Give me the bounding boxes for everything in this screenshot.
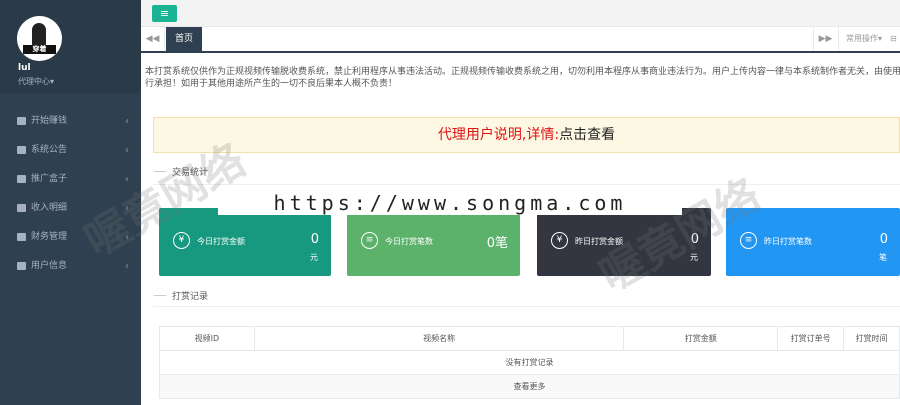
yen-icon: ¥ xyxy=(173,232,190,249)
disclaimer-notice: 本打赏系统仅供作为正规视频传输脱收费系统，禁止利用程序从事违法活动。正规视频传输… xyxy=(145,66,900,90)
disclaimer-line: 本打赏系统仅供作为正规视频传输脱收费系统，禁止利用程序从事违法活动。正规视频传输… xyxy=(145,67,900,77)
role-dropdown[interactable]: 代理中心▾ xyxy=(18,76,54,87)
banner-link[interactable]: 点击查看 xyxy=(559,127,615,143)
sidebar-item-label: 用户信息 xyxy=(31,261,68,271)
column-header: 视频名称 xyxy=(253,326,625,351)
gear-icon xyxy=(17,145,26,154)
car-icon xyxy=(17,174,26,183)
stat-unit: 笔 xyxy=(879,253,887,262)
stat-value: 0 xyxy=(879,232,888,247)
users-icon xyxy=(17,261,26,270)
yen-icon: ¥ xyxy=(551,232,568,249)
hamburger-icon: ≡ xyxy=(159,7,170,20)
building-icon xyxy=(17,232,26,241)
main-content: 本打赏系统仅供作为正规视频传输脱收费系统，禁止利用程序从事违法活动。正规视频传输… xyxy=(141,53,900,405)
sidebar-item-announcements[interactable]: 系统公告 ‹ xyxy=(0,136,141,165)
view-more-button[interactable]: 查看更多 xyxy=(159,374,900,399)
stat-value: 0笔 xyxy=(486,236,508,251)
sidebar-item-label: 开始赚钱 xyxy=(31,116,68,126)
sidebar-item-label: 收入明细 xyxy=(31,203,68,213)
stat-label: 昨日打赏笔数 xyxy=(764,237,812,246)
stat-label: 今日打赏金额 xyxy=(197,237,245,246)
database-icon xyxy=(17,116,26,125)
stats-cards: ¥ 今日打赏金额 0 元 ≡ 今日打赏笔数 0笔 ¥ 昨日打赏金额 0 元 ≡ … xyxy=(159,208,900,276)
tab-bar: ◀◀ 首页 ▶▶ 常用操作▾ ⊟ xyxy=(141,27,900,53)
column-header: 视频ID xyxy=(159,326,255,351)
common-ops-dropdown[interactable]: 常用操作▾ xyxy=(838,27,889,51)
profile-panel: 穿着 lul 代理中心▾ xyxy=(0,0,141,93)
list-icon: ≡ xyxy=(740,232,757,249)
sidebar-item-start-earning[interactable]: 开始赚钱 ‹ xyxy=(0,107,141,136)
avatar-figure xyxy=(32,23,46,47)
avatar-caption: 穿着 xyxy=(23,45,56,54)
watermark-url: https://www.songma.com xyxy=(218,191,682,215)
divider xyxy=(153,184,900,185)
stat-label: 今日打赏笔数 xyxy=(385,237,433,246)
chevron-left-icon: ‹ xyxy=(125,116,129,127)
username: lul xyxy=(18,63,31,73)
chevron-left-icon: ‹ xyxy=(125,261,129,272)
tab-scroll-right-button[interactable]: ▶▶ xyxy=(813,27,837,51)
stat-unit: 元 xyxy=(310,253,318,262)
menu-toggle-button[interactable]: ≡ xyxy=(152,5,177,22)
banner-text: 代理用户说明,详情: xyxy=(437,127,560,143)
table-row: 查看更多 xyxy=(159,374,900,399)
exit-icon[interactable]: ⊟ xyxy=(890,27,900,51)
tab-home[interactable]: 首页 xyxy=(166,27,202,51)
table-header-row: 视频ID 视频名称 打赏金额 打赏订单号 打赏时间 xyxy=(159,326,900,351)
sidebar-item-label: 推广盒子 xyxy=(31,174,68,184)
empty-message: 没有打赏记录 xyxy=(159,350,900,375)
records-table: 视频ID 视频名称 打赏金额 打赏订单号 打赏时间 没有打赏记录 查看更多 xyxy=(159,326,900,399)
stat-value: 0 xyxy=(310,232,319,247)
list-icon: ≡ xyxy=(361,232,378,249)
top-header: ≡ xyxy=(141,0,900,27)
table-row: 没有打赏记录 xyxy=(159,350,900,375)
column-header: 打赏时间 xyxy=(843,326,900,351)
avatar[interactable]: 穿着 xyxy=(17,16,62,61)
sidebar-item-label: 财务管理 xyxy=(31,232,68,242)
column-header: 打赏订单号 xyxy=(777,326,845,351)
card-icon xyxy=(17,203,26,212)
chevron-left-icon: ‹ xyxy=(125,145,129,156)
stat-card-today-count: ≡ 今日打赏笔数 0笔 xyxy=(347,208,520,276)
column-header: 打赏金额 xyxy=(623,326,779,351)
agent-notice-banner[interactable]: 代理用户说明,详情:点击查看 xyxy=(153,117,900,153)
divider xyxy=(153,306,900,307)
disclaimer-line: 行承担！如用于其他用途所产生的一切不良后果本人概不负责！ xyxy=(145,79,398,89)
tab-scroll-left-button[interactable]: ◀◀ xyxy=(141,27,165,51)
records-section-title: 打赏记录 xyxy=(153,289,208,302)
sidebar-item-label: 系统公告 xyxy=(31,145,68,155)
